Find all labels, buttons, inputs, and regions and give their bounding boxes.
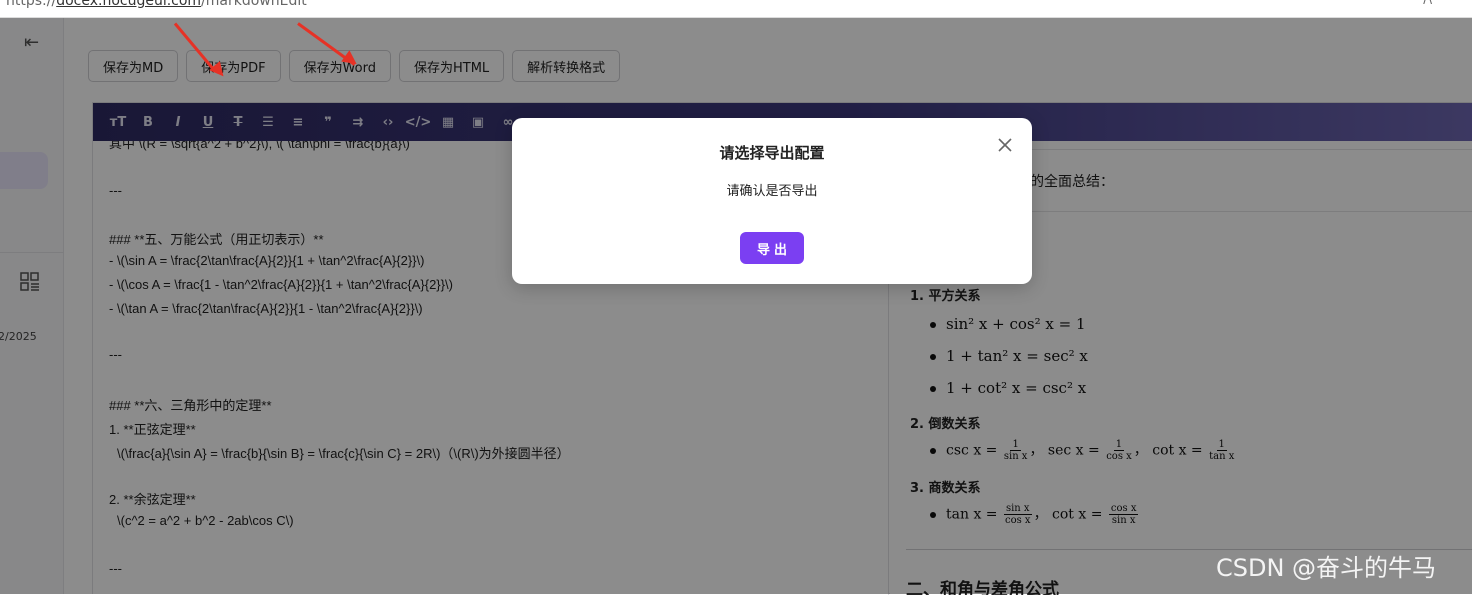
browser-address-bar[interactable]: https://docex.nocugeui.com/markdownEdit … — [0, 0, 1472, 18]
browser-control[interactable]: /\ — [1423, 0, 1432, 7]
watermark: CSDN @奋斗的牛马 — [1216, 554, 1437, 582]
dialog-title: 请选择导出配置 — [719, 144, 825, 162]
modal-overlay[interactable] — [0, 18, 1472, 594]
export-button[interactable]: 导出 — [740, 232, 804, 264]
export-config-dialog: 请选择导出配置 请确认是否导出 导出 — [512, 118, 1032, 284]
dialog-message: 请确认是否导出 — [726, 184, 818, 199]
close-icon[interactable] — [996, 136, 1014, 154]
url-text: https://docex.nocugeui.com/markdownEdit — [6, 0, 307, 9]
